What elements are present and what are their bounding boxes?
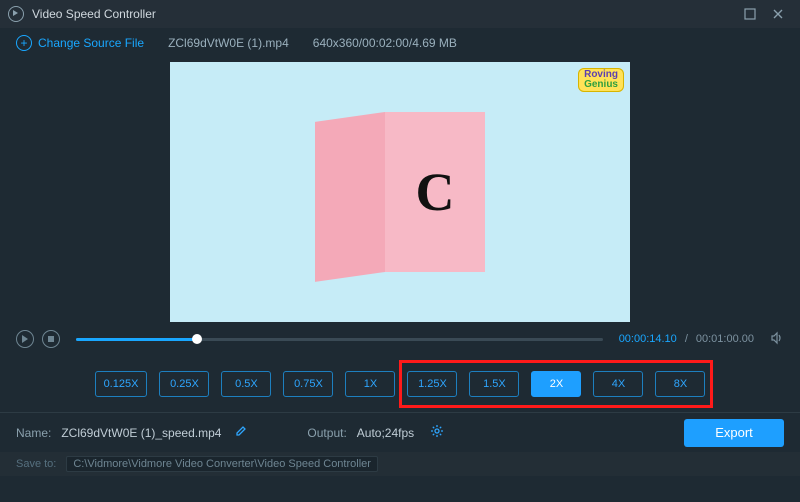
seek-thumb[interactable] [192, 334, 202, 344]
speed-button-2x[interactable]: 2X [531, 371, 581, 397]
export-button[interactable]: Export [684, 419, 784, 447]
playback-controls: 00:00:14.10 / 00:01:00.00 [0, 322, 800, 356]
change-source-button[interactable]: + Change Source File [16, 35, 144, 51]
save-to-path[interactable]: C:\Vidmore\Vidmore Video Converter\Video… [66, 456, 378, 472]
volume-icon[interactable] [770, 331, 784, 348]
edit-name-icon[interactable] [235, 425, 247, 440]
seek-slider[interactable] [76, 330, 603, 348]
close-button[interactable] [764, 4, 792, 24]
name-value: ZCl69dVtW0E (1)_speed.mp4 [61, 426, 221, 440]
output-value: Auto;24fps [357, 426, 414, 440]
video-preview[interactable]: Roving Genius C [170, 62, 630, 322]
app-logo-icon [8, 6, 24, 22]
seek-fill [76, 338, 197, 341]
toolbar: + Change Source File ZCl69dVtW0E (1).mp4… [0, 28, 800, 58]
stop-button[interactable] [42, 330, 60, 348]
time-separator: / [685, 333, 688, 345]
speed-button-1.25x[interactable]: 1.25X [407, 371, 457, 397]
speed-button-0.75x[interactable]: 0.75X [283, 371, 333, 397]
titlebar: Video Speed Controller [0, 0, 800, 28]
footer: Save to: C:\Vidmore\Vidmore Video Conver… [0, 452, 800, 476]
speed-button-0.25x[interactable]: 0.25X [159, 371, 209, 397]
book-graphic: C [315, 112, 485, 272]
window-title: Video Speed Controller [32, 7, 156, 21]
speed-button-4x[interactable]: 4X [593, 371, 643, 397]
duration-time: 00:01:00.00 [696, 333, 754, 345]
speed-button-1x[interactable]: 1X [345, 371, 395, 397]
speed-button-1.5x[interactable]: 1.5X [469, 371, 519, 397]
speed-button-0.125x[interactable]: 0.125X [95, 371, 148, 397]
watermark-badge: Roving Genius [578, 68, 624, 92]
book-letter: C [416, 161, 455, 223]
watermark-line2: Genius [584, 80, 618, 90]
output-bar: Name: ZCl69dVtW0E (1)_speed.mp4 Output: … [0, 412, 800, 452]
speed-button-8x[interactable]: 8X [655, 371, 705, 397]
change-source-label: Change Source File [38, 36, 144, 50]
preview-area: Roving Genius C [0, 58, 800, 322]
speed-button-0.5x[interactable]: 0.5X [221, 371, 271, 397]
source-filename: ZCl69dVtW0E (1).mp4 [168, 36, 289, 50]
source-info: 640x360/00:02:00/4.69 MB [313, 36, 457, 50]
speed-options-row: 0.125X 0.25X 0.5X 0.75X 1X 1.25X 1.5X 2X 4X 8X [0, 356, 800, 412]
output-settings-icon[interactable] [430, 424, 444, 441]
save-to-label: Save to: [16, 458, 56, 470]
plus-circle-icon: + [16, 35, 32, 51]
current-time: 00:00:14.10 [619, 333, 677, 345]
minimize-button[interactable] [736, 4, 764, 24]
name-label: Name: [16, 426, 51, 440]
output-label: Output: [307, 426, 346, 440]
play-button[interactable] [16, 330, 34, 348]
